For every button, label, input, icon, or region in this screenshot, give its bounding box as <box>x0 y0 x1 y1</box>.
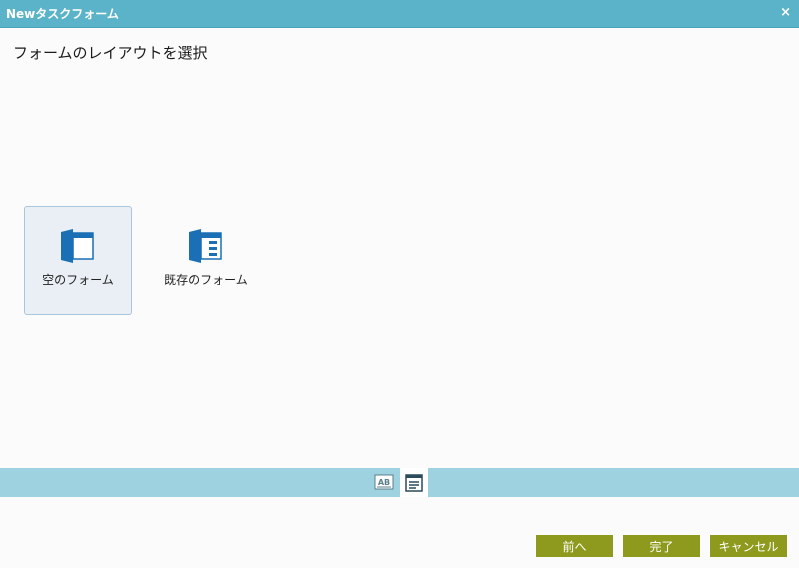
dialog-content: フォームのレイアウトを選択 空のフォーム 既存のフォーム <box>0 28 799 468</box>
close-icon[interactable]: × <box>780 5 791 20</box>
existing-form-option[interactable]: 既存のフォーム <box>152 206 260 315</box>
dialog-titlebar: Newタスクフォーム × <box>0 0 799 28</box>
view-toolbar: AB <box>0 468 799 497</box>
text-ab-button[interactable]: AB <box>374 472 394 492</box>
svg-text:AB: AB <box>378 478 390 487</box>
page-title: フォームのレイアウトを選択 <box>13 44 208 62</box>
blank-form-icon <box>61 229 94 263</box>
finish-button[interactable]: 完了 <box>623 535 700 557</box>
existing-form-icon <box>189 229 222 263</box>
back-button[interactable]: 前へ <box>536 535 613 557</box>
dialog-title: Newタスクフォーム <box>6 7 119 21</box>
existing-form-label: 既存のフォーム <box>164 273 248 287</box>
blank-form-option[interactable]: 空のフォーム <box>24 206 132 315</box>
text-ab-icon: AB <box>374 474 394 490</box>
form-layout-button[interactable] <box>400 468 428 497</box>
cancel-button[interactable]: キャンセル <box>710 535 787 557</box>
form-layout-icon <box>405 474 423 492</box>
dialog-footer: 前へ 完了 キャンセル <box>0 497 799 568</box>
blank-form-label: 空のフォーム <box>42 273 114 287</box>
